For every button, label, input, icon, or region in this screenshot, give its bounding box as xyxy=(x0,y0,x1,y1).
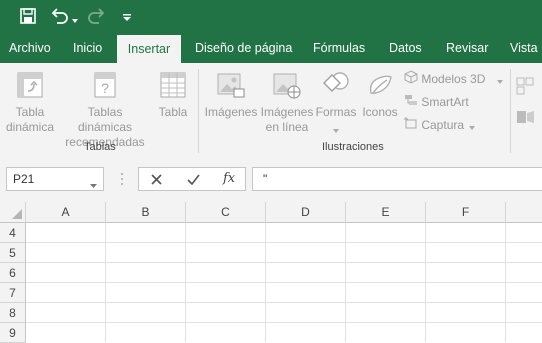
tab-vista[interactable]: Vista xyxy=(510,34,538,63)
cancel-icon[interactable] xyxy=(151,174,162,188)
recommended-pivot-icon: ? xyxy=(91,71,119,99)
3d-models-label: Modelos 3D xyxy=(421,72,486,86)
group-label-ilustraciones: Ilustraciones xyxy=(322,141,384,153)
column-header-f[interactable]: F xyxy=(426,202,506,223)
online-pictures-icon xyxy=(272,71,302,99)
shapes-button[interactable]: Formas xyxy=(314,71,358,137)
tab-formulas[interactable]: Fórmulas xyxy=(313,34,365,63)
svg-text:?: ? xyxy=(101,80,109,96)
column-header-d[interactable]: D xyxy=(266,202,346,223)
tab-diseno-de-pagina[interactable]: Diseño de página xyxy=(195,34,292,63)
pictures-icon xyxy=(216,71,246,99)
addins-icon[interactable] xyxy=(516,77,536,98)
column-header-c[interactable]: C xyxy=(186,202,266,223)
tab-revisar[interactable]: Revisar xyxy=(446,34,488,63)
title-bar xyxy=(0,0,542,34)
tab-insertar[interactable]: Insertar xyxy=(117,35,181,63)
formula-value: " xyxy=(263,172,268,186)
row-header-8[interactable]: 8 xyxy=(0,303,26,323)
row-header-9[interactable]: 9 xyxy=(0,323,26,343)
gridline xyxy=(26,282,542,283)
smartart-label: SmartArt xyxy=(421,95,469,109)
insert-function-icon[interactable]: fx xyxy=(223,171,235,186)
3d-models-button[interactable]: Modelos 3D xyxy=(404,70,504,88)
recommended-pivot-label-1: Tablas dinámicas xyxy=(77,105,133,134)
table-icon xyxy=(159,71,187,99)
undo-dropdown-icon[interactable] xyxy=(72,12,78,26)
pivot-table-label-2: dinámica xyxy=(5,120,55,134)
name-box-dropdown-icon[interactable] xyxy=(90,177,97,191)
smartart-icon xyxy=(404,93,418,112)
customize-icon[interactable] xyxy=(123,11,131,25)
tab-datos[interactable]: Datos xyxy=(389,34,422,63)
worksheet-grid[interactable] xyxy=(0,202,542,342)
select-all-icon xyxy=(12,209,22,219)
column-header-a[interactable]: A xyxy=(26,202,106,223)
ribbon-tabs: Archivo Inicio Insertar Diseño de página… xyxy=(0,34,542,63)
pivot-table-button[interactable]: Tabla dinámica xyxy=(4,71,56,135)
recommended-pivot-tables-button[interactable]: ? Tablas dinámicas recomendadas xyxy=(60,71,150,150)
gridline xyxy=(26,322,542,323)
group-label-tablas: Tablas xyxy=(84,141,116,153)
screenshot-dropdown-icon xyxy=(469,117,476,135)
smartart-button[interactable]: SmartArt xyxy=(404,93,494,111)
redo-icon xyxy=(86,7,106,28)
column-header-e[interactable]: E xyxy=(346,202,426,223)
row-header-6[interactable]: 6 xyxy=(0,263,26,283)
name-box-value: P21 xyxy=(13,172,35,186)
formula-bar-grip-icon xyxy=(121,173,123,188)
row-header-5[interactable]: 5 xyxy=(0,243,26,263)
gridline xyxy=(26,242,542,243)
gridline xyxy=(26,302,542,303)
pivot-table-label-1: Tabla xyxy=(15,105,45,119)
tab-insertar-label: Insertar xyxy=(127,42,171,56)
undo-icon[interactable] xyxy=(50,7,70,28)
icons-icon xyxy=(365,71,395,99)
3d-models-icon xyxy=(404,70,418,89)
online-pictures-button[interactable]: Imágenes en línea xyxy=(260,71,314,135)
formula-input[interactable]: " xyxy=(252,167,542,191)
column-header-b[interactable]: B xyxy=(106,202,186,223)
group-separator xyxy=(198,69,199,153)
row-header-4[interactable]: 4 xyxy=(0,223,26,243)
shapes-dropdown-icon xyxy=(314,122,358,137)
online-pictures-label-1: Imágenes xyxy=(260,105,314,119)
screenshot-button[interactable]: Captura xyxy=(404,116,494,134)
3d-models-dropdown-icon xyxy=(496,71,503,89)
name-box[interactable]: P21 xyxy=(6,167,104,191)
group-separator xyxy=(510,69,511,153)
tab-archivo[interactable]: Archivo xyxy=(9,34,51,63)
screenshot-label: Captura xyxy=(421,118,465,132)
row-header-7[interactable]: 7 xyxy=(0,283,26,303)
pictures-label: Imágenes xyxy=(204,105,258,119)
shapes-label: Formas xyxy=(315,105,357,119)
tab-inicio[interactable]: Inicio xyxy=(73,34,102,63)
pictures-button[interactable]: Imágenes xyxy=(203,71,259,120)
addins-store-icon[interactable] xyxy=(516,108,536,129)
gridline xyxy=(26,262,542,263)
enter-icon[interactable] xyxy=(187,174,200,188)
formula-buttons: fx xyxy=(138,167,246,191)
select-all-button[interactable] xyxy=(0,202,26,223)
screenshot-icon xyxy=(404,116,418,135)
table-button[interactable]: Tabla xyxy=(154,71,192,120)
shapes-icon xyxy=(320,71,352,99)
pivot-table-icon xyxy=(16,71,44,99)
icons-label: Iconos xyxy=(362,105,398,119)
online-pictures-label-2: en línea xyxy=(265,120,309,134)
column-header-g[interactable] xyxy=(506,202,542,223)
ribbon: Tabla dinámica ? Tablas dinámicas recome… xyxy=(0,63,542,159)
table-label: Tabla xyxy=(158,105,188,119)
save-icon[interactable] xyxy=(20,8,36,27)
icons-button[interactable]: Iconos xyxy=(360,71,400,120)
